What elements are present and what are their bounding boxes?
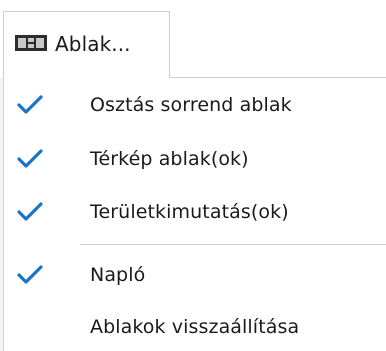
menu-item-label: Napló <box>90 264 146 286</box>
checkmark-icon <box>17 95 43 114</box>
menu-item-map-windows[interactable]: Térkép ablak(ok) <box>4 133 386 185</box>
menu-item-area-report[interactable]: Területkimutatás(ok) <box>4 186 386 238</box>
menu-item-log[interactable]: Napló <box>4 249 386 301</box>
menu-item-label: Térkép ablak(ok) <box>90 148 249 170</box>
menu-item-label: Ablakok visszaállítása <box>90 316 300 338</box>
menu-item-label: Területkimutatás(ok) <box>90 201 289 223</box>
menu-separator <box>80 244 386 245</box>
menu-item-label: Osztás sorrend ablak <box>90 94 292 116</box>
menu-item-restore-windows[interactable]: Ablakok visszaállítása <box>4 301 386 351</box>
window-menu-label: Ablak... <box>55 32 131 56</box>
window-layout-icon <box>15 35 47 51</box>
checkmark-icon <box>17 265 43 284</box>
checkmark-icon <box>17 202 43 221</box>
menu-item-division-order-window[interactable]: Osztás sorrend ablak <box>4 79 386 131</box>
window-menu-button[interactable]: Ablak... <box>3 11 170 78</box>
window-menu-root: Ablak... Osztás sorrend ablak Térkép abl… <box>0 0 386 351</box>
window-menu-dropdown: Osztás sorrend ablak Térkép ablak(ok) Te… <box>3 77 386 351</box>
checkmark-icon <box>17 149 43 168</box>
